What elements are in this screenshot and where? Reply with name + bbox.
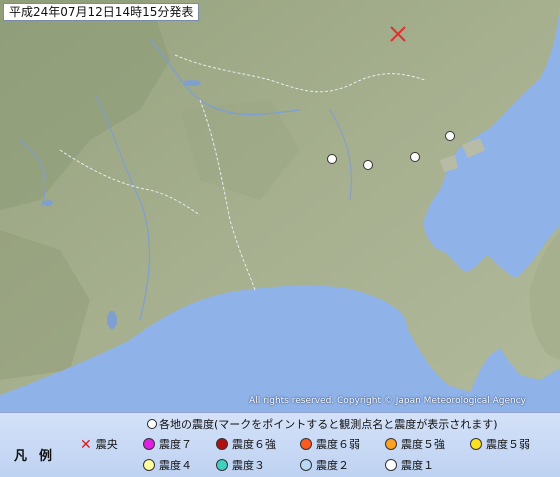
circle-icon — [216, 438, 228, 450]
legend-item-shindo-6-strong: 震度６強 — [216, 438, 276, 452]
legend-item-shindo-7: 震度７ — [143, 438, 192, 452]
legend-caption: 各地の震度(マークをポイントすると観測点名と震度が表示されます) — [147, 416, 498, 432]
intensity-1-marker[interactable] — [410, 152, 420, 162]
legend-item-label: 震度５弱 — [486, 438, 530, 451]
legend-item-shindo-5-strong: 震度５強 — [385, 438, 445, 452]
map-canvas[interactable] — [0, 0, 560, 412]
circle-icon — [385, 438, 397, 450]
circle-icon — [143, 459, 155, 471]
legend-item-shindo-1: 震度１ — [385, 459, 434, 473]
legend-item-epicenter: ✕ 震央 — [80, 438, 118, 452]
lake — [183, 80, 201, 86]
copyright-text: All rights reserved. Copyright © Japan M… — [249, 396, 526, 406]
legend-title: 凡例 — [14, 449, 65, 464]
legend-item-shindo-6-weak: 震度６弱 — [300, 438, 360, 452]
legend-item-label: 震度３ — [232, 459, 265, 472]
legend-item-label: 震度６弱 — [316, 438, 360, 451]
legend-item-shindo-5-weak: 震度５弱 — [470, 438, 530, 452]
cross-icon: ✕ — [80, 437, 92, 453]
legend-item-label: 震度１ — [401, 459, 434, 472]
circle-icon — [300, 438, 312, 450]
legend-item-shindo-2: 震度２ — [300, 459, 349, 473]
legend-item-shindo-3: 震度３ — [216, 459, 265, 473]
legend-item-label: 震度４ — [159, 459, 192, 472]
intensity-1-marker[interactable] — [445, 131, 455, 141]
legend-item-label: 震度６強 — [232, 438, 276, 451]
circle-icon — [143, 438, 155, 450]
report-time-label: 平成24年07月12日14時15分発表 — [3, 3, 200, 21]
legend-item-shindo-4: 震度４ — [143, 459, 192, 473]
circle-icon — [216, 459, 228, 471]
circle-icon — [300, 459, 312, 471]
lake — [43, 200, 53, 206]
legend-caption-text: 各地の震度(マークをポイントすると観測点名と震度が表示されます) — [159, 418, 498, 431]
circle-icon — [385, 459, 397, 471]
legend-item-label: 震度２ — [316, 459, 349, 472]
circle-icon — [470, 438, 482, 450]
intensity-1-marker[interactable] — [327, 154, 337, 164]
legend-item-label: 震度７ — [159, 438, 192, 451]
legend-item-label: 震度５強 — [401, 438, 445, 451]
intensity-1-marker[interactable] — [363, 160, 373, 170]
legend-item-label: 震央 — [95, 438, 118, 451]
circle-icon — [147, 419, 157, 429]
legend-panel: 各地の震度(マークをポイントすると観測点名と震度が表示されます) 凡例 ✕ 震央 … — [0, 412, 560, 477]
lake — [107, 311, 117, 329]
